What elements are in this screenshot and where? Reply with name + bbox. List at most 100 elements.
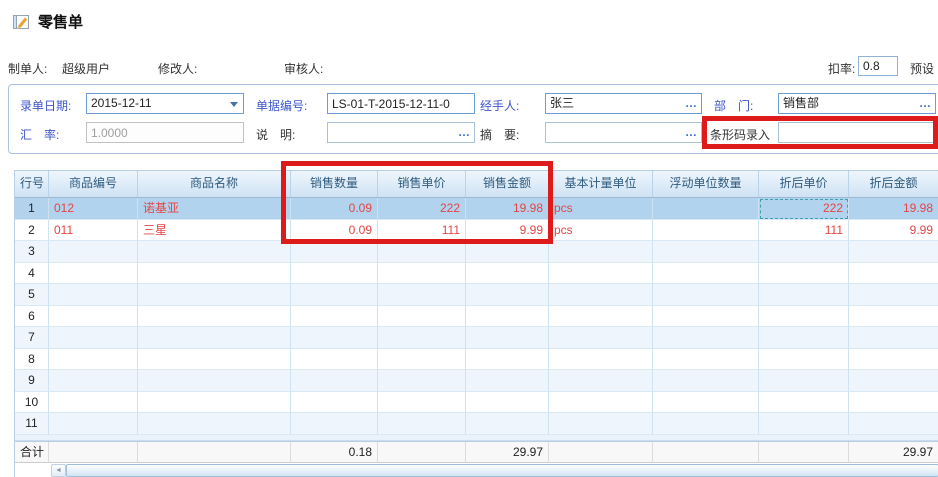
cell-name-row7[interactable] <box>138 327 291 349</box>
cell-disc_price-row11[interactable] <box>759 413 849 435</box>
cell-float_qty-row1[interactable] <box>653 198 759 220</box>
cell-name-row4[interactable] <box>138 263 291 285</box>
cell-name-row11[interactable] <box>138 413 291 435</box>
cell-disc_amount-row2[interactable]: 9.99 <box>849 220 938 242</box>
cell-name-row8[interactable] <box>138 349 291 371</box>
cell-line_no-row10[interactable]: 10 <box>15 392 49 414</box>
cell-unit-row7[interactable] <box>549 327 653 349</box>
department-input[interactable]: 销售部 … <box>778 93 936 114</box>
cell-unit-row11[interactable] <box>549 413 653 435</box>
cell-amount-row6[interactable] <box>466 306 549 328</box>
cell-float_qty-row2[interactable] <box>653 220 759 242</box>
cell-price-row9[interactable] <box>378 370 466 392</box>
cell-float_qty-row4[interactable] <box>653 263 759 285</box>
cell-amount-row8[interactable] <box>466 349 549 371</box>
cell-amount-row3[interactable] <box>466 241 549 263</box>
cell-price-row2[interactable]: 111 <box>378 220 466 242</box>
cell-qty-row9[interactable] <box>291 370 378 392</box>
cell-unit-row9[interactable] <box>549 370 653 392</box>
cell-price-row7[interactable] <box>378 327 466 349</box>
cell-disc_price-row5[interactable] <box>759 284 849 306</box>
cell-unit-row3[interactable] <box>549 241 653 263</box>
cell-line_no-row3[interactable]: 3 <box>15 241 49 263</box>
cell-line_no-row6[interactable]: 6 <box>15 306 49 328</box>
cell-name-row10[interactable] <box>138 392 291 414</box>
cell-price-row5[interactable] <box>378 284 466 306</box>
cell-disc_price-row1[interactable]: 222 <box>759 198 849 220</box>
cell-line_no-row1[interactable]: 1 <box>15 198 49 220</box>
cell-price-row8[interactable] <box>378 349 466 371</box>
cell-unit-row2[interactable]: pcs <box>549 220 653 242</box>
cell-line_no-row2[interactable]: 2 <box>15 220 49 242</box>
cell-disc_amount-row6[interactable] <box>849 306 938 328</box>
cell-code-row11[interactable] <box>49 413 138 435</box>
cell-disc_amount-row11[interactable] <box>849 413 938 435</box>
cell-code-row4[interactable] <box>49 263 138 285</box>
doc-no-input[interactable] <box>327 93 475 114</box>
cell-name-row6[interactable] <box>138 306 291 328</box>
cell-disc_amount-row10[interactable] <box>849 392 938 414</box>
cell-disc_price-row7[interactable] <box>759 327 849 349</box>
cell-line_no-row4[interactable]: 4 <box>15 263 49 285</box>
entry-date-picker[interactable]: 2015-12-11 <box>86 93 244 114</box>
cell-qty-row2[interactable]: 0.09 <box>291 220 378 242</box>
handler-ellipsis-button[interactable]: … <box>685 94 698 113</box>
cell-unit-row5[interactable] <box>549 284 653 306</box>
cell-name-row5[interactable] <box>138 284 291 306</box>
cell-line_no-row9[interactable]: 9 <box>15 370 49 392</box>
cell-float_qty-row9[interactable] <box>653 370 759 392</box>
cell-disc_amount-row5[interactable] <box>849 284 938 306</box>
cell-code-row3[interactable] <box>49 241 138 263</box>
cell-qty-row5[interactable] <box>291 284 378 306</box>
summary-ellipsis-button[interactable]: … <box>685 123 698 142</box>
cell-unit-row4[interactable] <box>549 263 653 285</box>
cell-amount-row5[interactable] <box>466 284 549 306</box>
cell-disc_amount-row9[interactable] <box>849 370 938 392</box>
cell-line_no-row5[interactable]: 5 <box>15 284 49 306</box>
cell-name-row1[interactable]: 诺基亚 <box>138 198 291 220</box>
cell-code-row10[interactable] <box>49 392 138 414</box>
cell-float_qty-row11[interactable] <box>653 413 759 435</box>
cell-disc_amount-row1[interactable]: 19.98 <box>849 198 938 220</box>
cell-unit-row10[interactable] <box>549 392 653 414</box>
cell-code-row9[interactable] <box>49 370 138 392</box>
cell-unit-row1[interactable]: pcs <box>549 198 653 220</box>
cell-unit-row6[interactable] <box>549 306 653 328</box>
cell-amount-row4[interactable] <box>466 263 549 285</box>
cell-disc_amount-row7[interactable] <box>849 327 938 349</box>
cell-qty-row7[interactable] <box>291 327 378 349</box>
department-ellipsis-button[interactable]: … <box>919 94 932 113</box>
cell-qty-row1[interactable]: 0.09 <box>291 198 378 220</box>
cell-disc_price-row2[interactable]: 111 <box>759 220 849 242</box>
cell-qty-row11[interactable] <box>291 413 378 435</box>
summary-input[interactable]: … <box>545 122 702 143</box>
cell-qty-row6[interactable] <box>291 306 378 328</box>
cell-code-row1[interactable]: 012 <box>49 198 138 220</box>
cell-disc_amount-row4[interactable] <box>849 263 938 285</box>
cell-float_qty-row8[interactable] <box>653 349 759 371</box>
cell-qty-row3[interactable] <box>291 241 378 263</box>
cell-qty-row8[interactable] <box>291 349 378 371</box>
cell-float_qty-row10[interactable] <box>653 392 759 414</box>
cell-line_no-row8[interactable]: 8 <box>15 349 49 371</box>
cell-disc_amount-row3[interactable] <box>849 241 938 263</box>
cell-qty-row10[interactable] <box>291 392 378 414</box>
cell-line_no-row7[interactable]: 7 <box>15 327 49 349</box>
cell-qty-row4[interactable] <box>291 263 378 285</box>
cell-price-row4[interactable] <box>378 263 466 285</box>
cell-price-row3[interactable] <box>378 241 466 263</box>
chevron-down-icon[interactable] <box>230 102 238 107</box>
cell-disc_price-row4[interactable] <box>759 263 849 285</box>
cell-disc_price-row8[interactable] <box>759 349 849 371</box>
cell-name-row3[interactable] <box>138 241 291 263</box>
cell-amount-row1[interactable]: 19.98 <box>466 198 549 220</box>
cell-name-row9[interactable] <box>138 370 291 392</box>
cell-price-row6[interactable] <box>378 306 466 328</box>
cell-price-row10[interactable] <box>378 392 466 414</box>
cell-code-row8[interactable] <box>49 349 138 371</box>
discount-rate-input[interactable] <box>858 56 898 76</box>
cell-disc_price-row6[interactable] <box>759 306 849 328</box>
cell-disc_price-row9[interactable] <box>759 370 849 392</box>
cell-amount-row9[interactable] <box>466 370 549 392</box>
cell-float_qty-row6[interactable] <box>653 306 759 328</box>
